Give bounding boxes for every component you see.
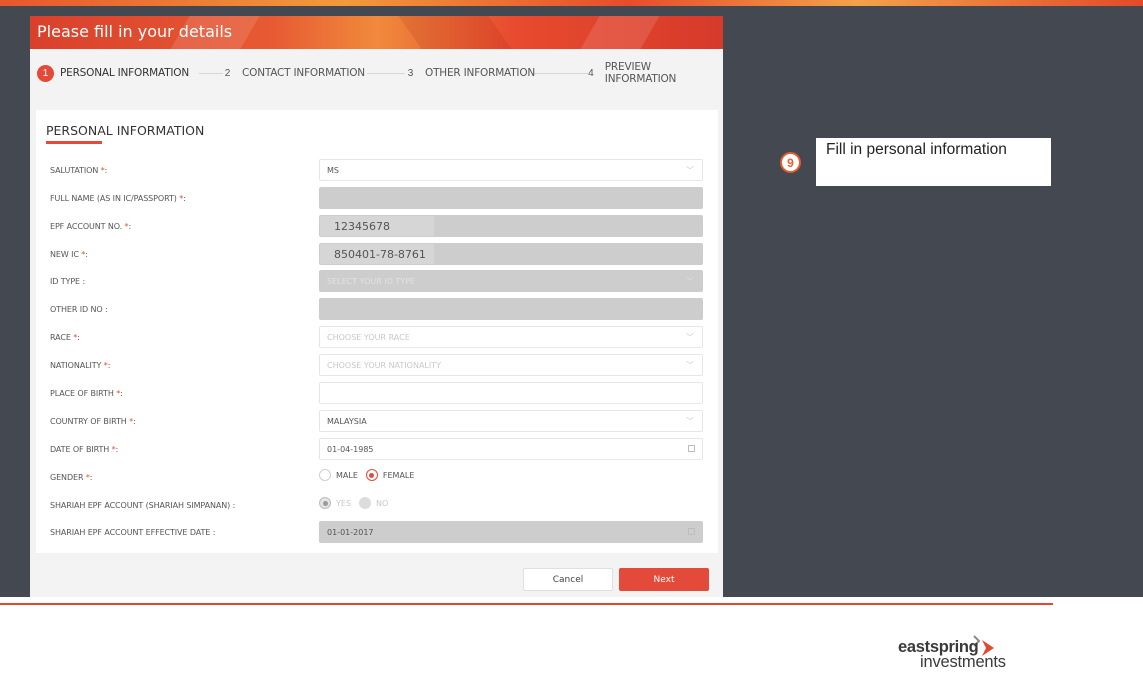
place-of-birth-input[interactable] — [319, 382, 703, 404]
section-underline — [46, 141, 102, 144]
section-title: PERSONAL INFORMATION — [46, 123, 205, 138]
logo-text-bottom: investments — [920, 653, 1006, 671]
field-label: SHARIAH EPF ACCOUNT EFFECTIVE DATE : — [50, 528, 216, 537]
epf-account-input[interactable]: 12345678 — [319, 215, 703, 237]
place-of-birth-row: PLACE OF BIRTH *: — [36, 382, 718, 404]
radio-label: YES — [336, 498, 352, 508]
radio-label: FEMALE — [382, 470, 415, 480]
eastspring-logo: eastspring investments — [898, 628, 1058, 671]
date-of-birth-value: 01-04-1985 — [327, 445, 374, 454]
step-label: CONTACT INFORMATION — [242, 67, 365, 79]
salutation-select[interactable]: MS ﹀ — [319, 159, 703, 181]
shariah-no-radio[interactable] — [359, 497, 372, 509]
step-other-information[interactable]: 3 OTHER INFORMATION — [402, 63, 536, 83]
field-label: NEW IC *: — [50, 250, 88, 259]
step-connector — [367, 73, 405, 74]
calendar-icon[interactable] — [688, 445, 695, 452]
nationality-select[interactable]: CHOOSE YOUR NATIONALITY ﹀ — [319, 354, 703, 376]
salutation-row: SALUTATION *: MS ﹀ — [36, 159, 718, 181]
id-type-select[interactable]: SELECT YOUR ID TYPE ﹀ — [319, 270, 703, 292]
progress-stepper: 1 PERSONAL INFORMATION 2 CONTACT INFORMA… — [37, 61, 717, 85]
radio-label: NO — [376, 498, 389, 508]
field-label: SALUTATION *: — [50, 166, 108, 175]
step-preview-information[interactable]: 4 PREVIEW INFORMATION — [583, 61, 717, 85]
date-of-birth-input[interactable]: 01-04-1985 — [319, 438, 703, 460]
calendar-icon — [688, 528, 695, 535]
footer-divider — [0, 603, 1053, 605]
shariah-effective-date-value: 01-01-2017 — [327, 528, 374, 537]
country-of-birth-select[interactable]: MALAYSIA ﹀ — [319, 410, 703, 432]
screenshot-stage: Please fill in your details 1 PERSONAL I… — [0, 6, 1143, 597]
field-label: SHARIAH EPF ACCOUNT (SHARIAH SIMPANAN) : — [50, 501, 236, 510]
details-modal: Please fill in your details 1 PERSONAL I… — [30, 16, 723, 597]
shariah-effective-date-row: SHARIAH EPF ACCOUNT EFFECTIVE DATE : 01-… — [36, 521, 718, 543]
chevron-down-icon: ﹀ — [686, 417, 694, 426]
full-name-row: FULL NAME (AS IN IC/PASSPORT) *: — [36, 187, 718, 209]
other-id-row: OTHER ID NO : — [36, 298, 718, 320]
field-label: GENDER *: — [50, 473, 93, 482]
callout-step-badge: 9 — [780, 152, 801, 173]
step-number: 2 — [224, 67, 231, 79]
field-label: NATIONALITY *: — [50, 361, 111, 370]
chevron-down-icon: ﹀ — [686, 277, 694, 286]
field-label: PLACE OF BIRTH *: — [50, 389, 123, 398]
shariah-radio-group: YES NO — [319, 497, 396, 509]
step-number: 1 — [37, 64, 54, 82]
field-label: OTHER ID NO : — [50, 305, 108, 314]
new-ic-row: NEW IC *: 850401-78-8761 — [36, 243, 718, 265]
shariah-yes-radio[interactable] — [319, 497, 331, 509]
epf-account-row: EPF ACCOUNT NO. *: 12345678 — [36, 215, 718, 237]
chevron-down-icon: ﹀ — [686, 333, 694, 342]
gender-male-radio[interactable] — [319, 469, 331, 481]
step-number: 3 — [407, 67, 414, 79]
modal-header: Please fill in your details — [30, 16, 723, 49]
country-of-birth-row: COUNTRY OF BIRTH *: MALAYSIA ﹀ — [36, 410, 718, 432]
nationality-row: NATIONALITY *: CHOOSE YOUR NATIONALITY ﹀ — [36, 354, 718, 376]
full-name-input[interactable] — [319, 187, 703, 209]
step-label: PERSONAL INFORMATION — [60, 67, 190, 79]
next-button[interactable]: Next — [619, 568, 709, 591]
header-decoration — [580, 16, 660, 49]
chevron-down-icon: ﹀ — [686, 361, 694, 370]
field-label: FULL NAME (AS IN IC/PASSPORT) *: — [50, 194, 186, 203]
shariah-effective-date-input[interactable]: 01-01-2017 — [319, 521, 703, 543]
epf-account-value: 12345678 — [334, 220, 390, 233]
race-select[interactable]: CHOOSE YOUR RACE ﹀ — [319, 326, 703, 348]
modal-title: Please fill in your details — [37, 22, 233, 41]
gender-radio-group: MALE FEMALE — [319, 469, 422, 481]
field-label: ID TYPE : — [50, 277, 86, 286]
step-number: 4 — [588, 67, 594, 79]
salutation-value: MS — [327, 166, 339, 175]
step-personal-information[interactable]: 1 PERSONAL INFORMATION — [37, 63, 189, 83]
callout-text: Fill in personal information — [816, 138, 1051, 186]
field-label: EPF ACCOUNT NO. *: — [50, 222, 132, 231]
chevron-down-icon: ﹀ — [686, 166, 694, 175]
race-placeholder: CHOOSE YOUR RACE — [327, 333, 410, 342]
step-connector — [532, 73, 588, 74]
field-label: RACE *: — [50, 333, 80, 342]
nationality-placeholder: CHOOSE YOUR NATIONALITY — [327, 361, 441, 370]
field-label: COUNTRY OF BIRTH *: — [50, 417, 136, 426]
shariah-account-row: SHARIAH EPF ACCOUNT (SHARIAH SIMPANAN) :… — [36, 494, 718, 516]
step-label: PREVIEW INFORMATION — [604, 61, 677, 85]
race-row: RACE *: CHOOSE YOUR RACE ﹀ — [36, 326, 718, 348]
header-decoration — [398, 16, 512, 49]
personal-information-card: PERSONAL INFORMATION SALUTATION *: MS ﹀ … — [36, 110, 718, 553]
field-label: DATE OF BIRTH *: — [50, 445, 119, 454]
id-type-placeholder: SELECT YOUR ID TYPE — [327, 277, 416, 286]
step-contact-information[interactable]: 2 CONTACT INFORMATION — [219, 63, 365, 83]
date-of-birth-row: DATE OF BIRTH *: 01-04-1985 — [36, 438, 718, 460]
id-type-row: ID TYPE : SELECT YOUR ID TYPE ﹀ — [36, 270, 718, 292]
step-label: OTHER INFORMATION — [425, 67, 536, 79]
gender-row: GENDER *: MALE FEMALE — [36, 466, 718, 488]
cancel-button[interactable]: Cancel — [523, 568, 613, 591]
radio-label: MALE — [336, 470, 358, 480]
new-ic-value: 850401-78-8761 — [334, 248, 426, 261]
other-id-input[interactable] — [319, 298, 703, 320]
gender-female-radio[interactable] — [365, 469, 378, 481]
new-ic-input[interactable]: 850401-78-8761 — [319, 243, 703, 265]
country-of-birth-value: MALAYSIA — [327, 417, 367, 426]
